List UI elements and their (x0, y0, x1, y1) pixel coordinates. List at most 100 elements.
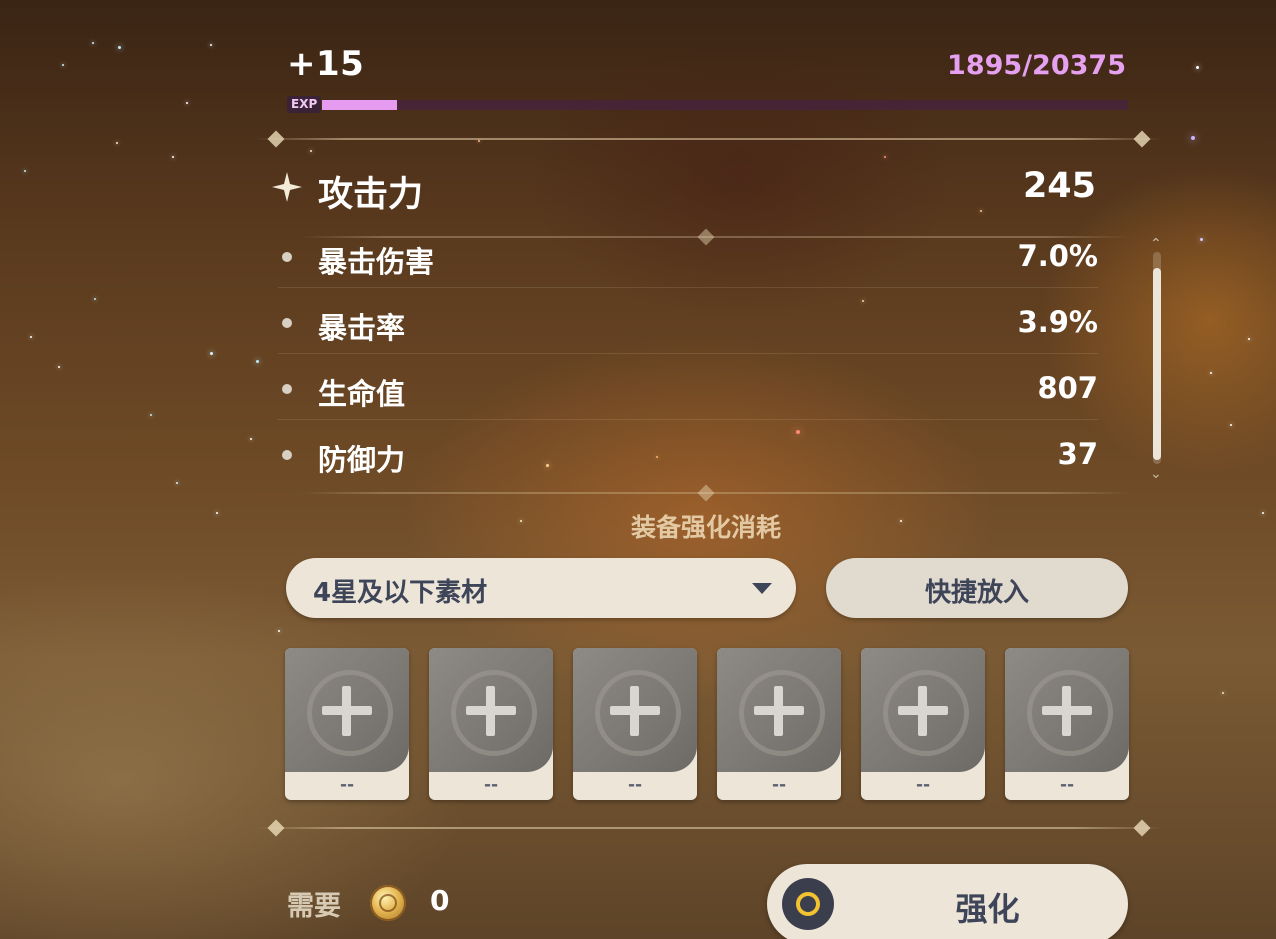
row-divider (278, 287, 1098, 288)
star-particle (172, 156, 174, 158)
exp-counter: 1895/20375 (947, 50, 1126, 81)
main-stat-name: 攻击力 (318, 175, 424, 215)
divider-stats-bottom (300, 492, 1130, 494)
material-slot[interactable]: -- (861, 648, 985, 800)
quick-add-button[interactable]: 快捷放入 (826, 558, 1128, 618)
row-divider (278, 353, 1098, 354)
main-stat-sparkle-icon (272, 172, 302, 202)
divider-ornament-right (1133, 130, 1151, 148)
star-particle (118, 46, 121, 49)
exp-progress-fill (322, 100, 397, 110)
enhance-button[interactable]: 强化 (767, 864, 1128, 939)
slot-artwork (429, 648, 553, 772)
star-particle (980, 210, 982, 212)
sub-stat-name: 暴击率 (318, 311, 406, 345)
material-filter-select[interactable]: 4星及以下素材 (286, 558, 796, 618)
bullet-dot-icon (282, 450, 292, 460)
divider-top (255, 138, 1163, 140)
row-divider (278, 419, 1098, 420)
bullet-dot-icon (282, 384, 292, 394)
slot-artwork (1005, 648, 1129, 772)
sub-stat-value: 807 (1037, 371, 1098, 405)
material-slot[interactable]: -- (717, 648, 841, 800)
slot-artwork (285, 648, 409, 772)
sub-stat-value: 7.0% (1017, 239, 1098, 273)
material-slot[interactable]: -- (285, 648, 409, 800)
sub-stat-name: 生命值 (318, 377, 406, 411)
sub-stat-row: 暴击率 3.9% (278, 294, 1098, 354)
star-particle (250, 438, 252, 440)
material-slot[interactable]: -- (429, 648, 553, 800)
bullet-dot-icon (282, 252, 292, 262)
caret-down-icon (752, 583, 772, 594)
slot-artwork (717, 648, 841, 772)
scroll-down-chevron-icon[interactable]: ⌄ (1150, 466, 1162, 482)
star-particle (884, 156, 886, 158)
sub-stat-row: 生命值 807 (278, 360, 1098, 420)
divider-bottom (255, 827, 1163, 829)
star-particle (1191, 136, 1195, 140)
divider-ornament-left (267, 819, 285, 837)
slot-count: -- (627, 775, 643, 795)
slot-count: -- (1059, 775, 1075, 795)
sub-stat-value: 3.9% (1017, 305, 1098, 339)
star-particle (150, 414, 152, 416)
exp-progress-bar (322, 100, 1128, 110)
star-particle (1222, 692, 1224, 694)
stats-scrollbar-thumb[interactable] (1153, 268, 1161, 460)
main-stat-value: 245 (1022, 166, 1096, 206)
plus-icon (774, 686, 783, 736)
material-filter-value: 4星及以下素材 (313, 578, 488, 608)
slot-count: -- (771, 775, 787, 795)
divider-ornament-center (697, 484, 715, 502)
plus-icon (342, 686, 351, 736)
exp-badge: EXP (287, 96, 322, 113)
sub-stat-row: 暴击伤害 7.0% (278, 228, 1098, 288)
plus-icon (486, 686, 495, 736)
star-particle (1248, 338, 1250, 340)
mora-coin-icon (370, 885, 406, 921)
confirm-circle-icon (782, 878, 834, 930)
slot-count: -- (339, 775, 355, 795)
slot-artwork (861, 648, 985, 772)
slot-artwork (573, 648, 697, 772)
cost-label: 需要 (287, 891, 341, 922)
star-particle (186, 102, 188, 104)
material-slot[interactable]: -- (573, 648, 697, 800)
slot-count: -- (915, 775, 931, 795)
star-particle (1230, 424, 1232, 426)
divider-ornament-right (1133, 819, 1151, 837)
sub-stat-value: 37 (1057, 437, 1098, 471)
star-particle (24, 170, 26, 172)
consumption-title: 装备强化消耗 (630, 513, 781, 542)
artifact-level: +15 (287, 44, 365, 84)
sub-stat-row: 防御力 37 (278, 426, 1098, 486)
scroll-up-chevron-icon[interactable]: ⌃ (1150, 236, 1162, 252)
star-particle (62, 64, 64, 66)
plus-icon (1062, 686, 1071, 736)
artifact-enhance-panel: +15 1895/20375 EXP 攻击力 245 暴击伤害 7.0% 暴击率… (0, 0, 1276, 939)
star-particle (478, 140, 480, 142)
star-particle (278, 630, 280, 632)
star-particle (210, 44, 212, 46)
material-slot[interactable]: -- (1005, 648, 1129, 800)
star-particle (310, 150, 312, 152)
star-particle (176, 482, 178, 484)
slot-count: -- (483, 775, 499, 795)
enhance-label: 强化 (955, 890, 1020, 928)
quick-add-label: 快捷放入 (924, 578, 1029, 608)
star-particle (1196, 66, 1199, 69)
star-particle (92, 42, 94, 44)
star-particle (30, 336, 32, 338)
plus-icon (918, 686, 927, 736)
star-particle (1200, 238, 1203, 241)
sub-stat-name: 暴击伤害 (318, 245, 435, 279)
star-particle (58, 366, 60, 368)
cost-amount: 0 (430, 884, 450, 917)
sub-stat-name: 防御力 (318, 443, 406, 477)
star-particle (116, 142, 118, 144)
star-particle (256, 360, 259, 363)
bullet-dot-icon (282, 318, 292, 328)
star-particle (94, 298, 96, 300)
divider-ornament-left (267, 130, 285, 148)
